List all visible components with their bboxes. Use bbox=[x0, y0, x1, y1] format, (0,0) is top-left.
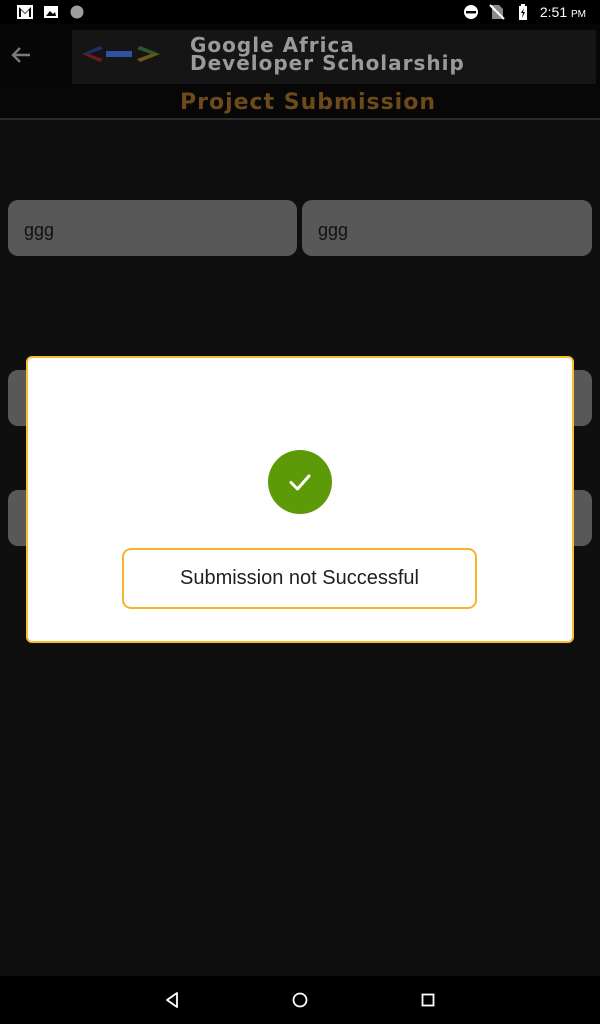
result-dialog: Submission not Successful bbox=[26, 356, 574, 643]
check-icon bbox=[289, 474, 311, 491]
nav-home-icon[interactable] bbox=[288, 988, 312, 1012]
arrow-back-icon[interactable] bbox=[8, 42, 34, 68]
banner-line-2: Developer Scholarship bbox=[190, 51, 465, 75]
clock-suffix: PM bbox=[571, 9, 586, 20]
status-bar: 2:51 PM bbox=[0, 0, 600, 24]
page-title: Project Submission bbox=[180, 90, 436, 115]
success-badge bbox=[268, 450, 332, 514]
circle-notification-icon bbox=[70, 5, 84, 19]
do-not-disturb-icon bbox=[463, 5, 478, 19]
nav-recents-icon[interactable] bbox=[416, 988, 440, 1012]
first-name-field[interactable]: ggg bbox=[8, 200, 297, 256]
nav-back-icon[interactable] bbox=[160, 988, 184, 1012]
image-icon bbox=[44, 6, 58, 18]
clock: 2:51 PM bbox=[540, 4, 586, 20]
status-bar-left bbox=[16, 3, 86, 21]
result-message: Submission not Successful bbox=[122, 548, 477, 609]
developers-logo-icon bbox=[82, 46, 160, 62]
battery-charging-icon bbox=[518, 4, 527, 20]
last-name-field[interactable]: ggg bbox=[302, 200, 592, 256]
clock-time: 2:51 bbox=[539, 4, 568, 20]
no-sim-icon bbox=[489, 4, 505, 20]
gmail-icon bbox=[17, 5, 33, 19]
navigation-bar bbox=[0, 976, 600, 1024]
banner-title: Google Africa Developer Scholarship bbox=[190, 35, 590, 75]
status-bar-right: 2:51 PM bbox=[462, 3, 586, 21]
